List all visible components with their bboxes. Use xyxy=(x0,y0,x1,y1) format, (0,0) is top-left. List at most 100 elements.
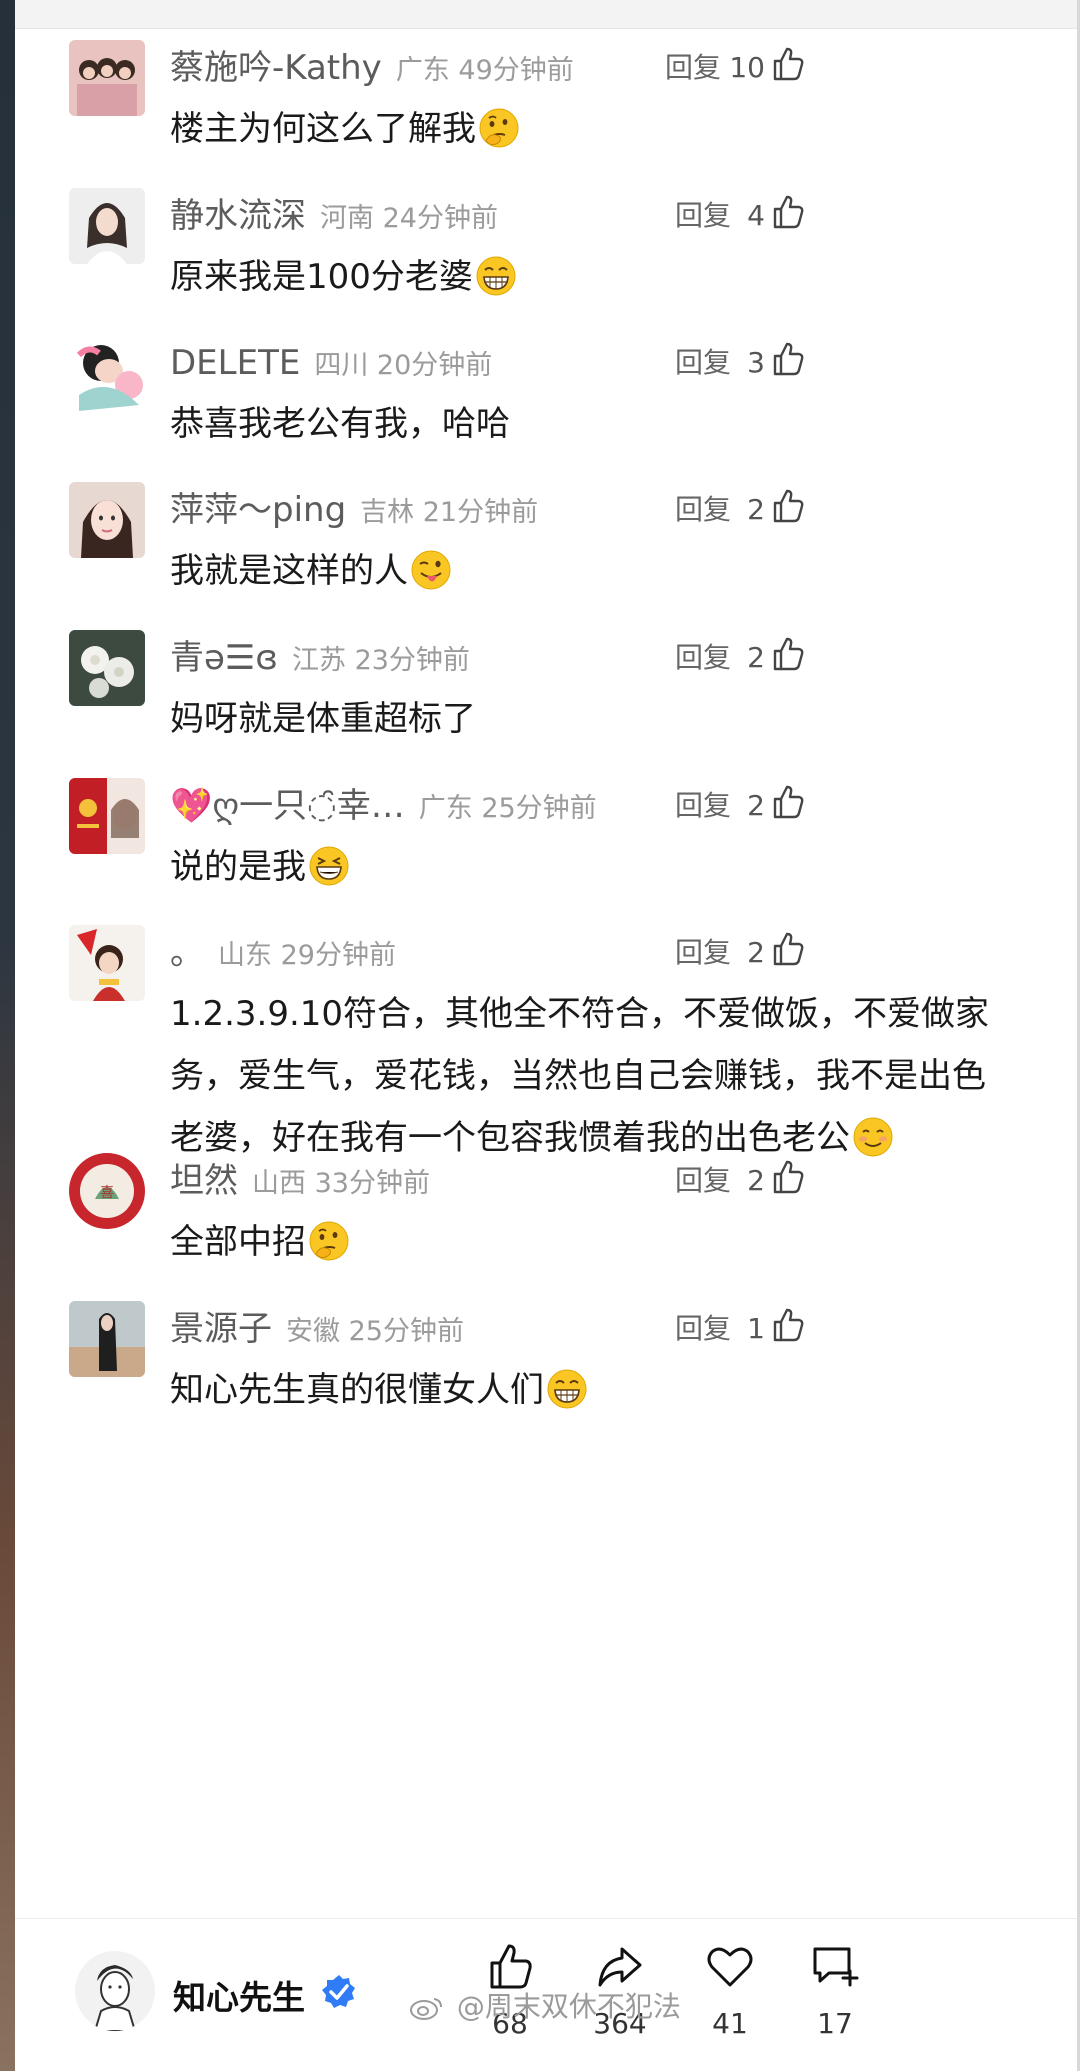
comment-text-line: 1.2.3.9.10符合，其他全不符合，不爱做饭，不爱做家 xyxy=(170,983,1050,1045)
comment-meta: 景源子 安徽 25分钟前 xyxy=(170,1307,464,1351)
commenter-avatar[interactable]: 喜 xyxy=(69,1153,145,1229)
like-icon[interactable] xyxy=(771,194,805,230)
commenter-avatar[interactable] xyxy=(69,40,145,116)
commenter-username[interactable]: 蔡施吟-Kathy xyxy=(170,48,382,88)
comment-text-segment: 恭喜我老公有我，哈哈 xyxy=(170,404,510,444)
comment-text: 1.2.3.9.10符合，其他全不符合，不爱做饭，不爱做家 务，爱生气，爱花钱，当… xyxy=(170,983,1050,1169)
comment-like-count: 2 xyxy=(747,936,765,969)
comment-item[interactable]: DELETE 四川 20分钟前 回复 3 恭喜我老公有我，哈哈 xyxy=(15,335,1077,475)
comment-meta: 青ə☰ɞ 江苏 23分钟前 xyxy=(170,636,470,680)
thinking-face-emoji xyxy=(309,1221,349,1260)
comment-meta: 。山东 29分钟前 xyxy=(170,931,396,975)
comment-text-segment: 全部中招 xyxy=(170,1222,306,1262)
comment-location-time: 吉林 21分钟前 xyxy=(360,497,539,528)
comment-item[interactable]: 景源子 安徽 25分钟前 回复 1 知心先生真的很懂女人们 xyxy=(15,1301,1077,1441)
comment-text: 我就是这样的人 xyxy=(170,540,1050,602)
svg-text:喜: 喜 xyxy=(100,1185,114,1201)
commenter-username[interactable]: 萍萍～ping xyxy=(170,490,346,530)
comment-item[interactable]: 静水流深 河南 24分钟前 回复 4 原来我是100分老婆 xyxy=(15,188,1077,328)
comment-location-time: 山西 33分钟前 xyxy=(252,1168,430,1199)
comment-action-count: 17 xyxy=(817,2007,853,2040)
comment-action-button[interactable]: 17 xyxy=(790,1941,880,2061)
comment-item[interactable]: 💖ღ一只◌̑幸… 广东 25分钟前 回复 2 说的是我 xyxy=(15,778,1077,918)
screen: 蔡施吟-Kathy 广东 49分钟前 回复 10 楼主为何这么了解我 静水流深 河南 24分… xyxy=(0,0,1080,2071)
commenter-avatar[interactable] xyxy=(69,335,145,411)
smiling-face-emoji xyxy=(853,1117,893,1156)
comment-like-count: 2 xyxy=(747,641,765,674)
favorite-action-count: 41 xyxy=(712,2007,748,2040)
commenter-username[interactable]: 坦然 xyxy=(170,1161,238,1201)
comment-item[interactable]: 青ə☰ɞ 江苏 23分钟前 回复 2 妈呀就是体重超标了 xyxy=(15,630,1077,770)
comment-item[interactable]: 喜坦然 山西 33分钟前 回复 2 全部中招 xyxy=(15,1153,1077,1293)
comment-location-time: 广东 49分钟前 xyxy=(395,55,574,86)
like-icon[interactable] xyxy=(771,488,805,524)
commenter-avatar[interactable] xyxy=(69,482,145,558)
grinning-face-emoji xyxy=(476,256,516,295)
like-icon[interactable] xyxy=(771,1307,805,1343)
comment-list[interactable]: 蔡施吟-Kathy 广东 49分钟前 回复 10 楼主为何这么了解我 静水流深 河南 24分… xyxy=(15,28,1077,1918)
commenter-username[interactable]: 💖ღ一只◌̑幸… xyxy=(170,786,405,826)
commenter-username[interactable]: DELETE xyxy=(170,343,300,383)
comment-like-count: 2 xyxy=(747,1164,765,1197)
commenter-avatar[interactable] xyxy=(69,630,145,706)
comment-like-count: 10 xyxy=(729,51,765,84)
like-icon[interactable] xyxy=(771,1159,805,1195)
comment-item[interactable]: 萍萍～ping 吉林 21分钟前 回复 2 我就是这样的人 xyxy=(15,482,1077,622)
commenter-avatar[interactable] xyxy=(69,188,145,264)
comment-text: 知心先生真的很懂女人们 xyxy=(170,1359,1050,1421)
thinking-face-emoji xyxy=(479,108,519,147)
like-icon[interactable] xyxy=(771,931,805,967)
commenter-username[interactable]: 静水流深 xyxy=(170,196,306,236)
comment-location-time: 四川 20分钟前 xyxy=(314,350,493,381)
like-icon[interactable] xyxy=(771,636,805,672)
comment-location-time: 河南 24分钟前 xyxy=(320,203,498,234)
comment-like-count: 2 xyxy=(747,493,765,526)
comment-text: 原来我是100分老婆 xyxy=(170,246,1050,308)
commenter-username[interactable]: 。 xyxy=(170,933,204,973)
weibo-logo-icon xyxy=(410,1998,442,2020)
comment-location-time: 江苏 23分钟前 xyxy=(291,645,470,676)
author-name[interactable]: 知心先生 xyxy=(173,1971,305,2019)
like-icon[interactable] xyxy=(771,784,805,820)
comment-text: 楼主为何这么了解我 xyxy=(170,98,1050,160)
comment-text-segment: 妈呀就是体重超标了 xyxy=(170,699,476,739)
comment-item[interactable]: 蔡施吟-Kathy 广东 49分钟前 回复 10 楼主为何这么了解我 xyxy=(15,40,1077,180)
commenter-avatar[interactable] xyxy=(69,925,145,1001)
comment-meta: DELETE 四川 20分钟前 xyxy=(170,341,492,385)
author-avatar[interactable] xyxy=(75,1951,155,2031)
comment-text-segment: 老婆，好在我有一个包容我惯着我的出色老公 xyxy=(170,1118,850,1158)
comment-text-segment: 1.2.3.9.10符合，其他全不符合，不爱做饭，不爱做家 xyxy=(170,994,990,1034)
commenter-avatar[interactable] xyxy=(69,778,145,854)
comment-text: 说的是我 xyxy=(170,836,1050,898)
comment-item[interactable]: 。山东 29分钟前 回复 2 1.2.3.9.10符合，其他全不符合，不爱做饭，不爱做… xyxy=(15,925,1077,1158)
commenter-username[interactable]: 青ə☰ɞ xyxy=(170,638,278,678)
comment-text-segment: 说的是我 xyxy=(170,847,306,887)
watermark: @周末双休不犯法 xyxy=(408,1985,681,2025)
verified-badge-icon xyxy=(322,1975,355,2008)
comment-location-time: 安徽 25分钟前 xyxy=(286,1316,464,1347)
commenter-avatar[interactable] xyxy=(69,1301,145,1377)
comment-meta: 蔡施吟-Kathy 广东 49分钟前 xyxy=(170,46,574,90)
comment-like-count: 2 xyxy=(747,789,765,822)
favorite-action-button[interactable]: 41 xyxy=(685,1941,775,2061)
comment-add-icon xyxy=(813,1947,859,1987)
like-icon[interactable] xyxy=(771,341,805,377)
commenter-username[interactable]: 景源子 xyxy=(170,1309,272,1349)
comment-text: 妈呀就是体重超标了 xyxy=(170,688,1050,750)
comment-text-segment: 知心先生真的很懂女人们 xyxy=(170,1370,544,1410)
comment-meta: 萍萍～ping 吉林 21分钟前 xyxy=(170,488,538,532)
heart-icon xyxy=(707,1947,753,1987)
winking-tongue-face-emoji xyxy=(411,550,451,589)
comment-text: 全部中招 xyxy=(170,1211,1050,1273)
comment-like-count: 4 xyxy=(747,199,765,232)
reply-button[interactable]: 回复 xyxy=(665,48,721,88)
top-strip xyxy=(15,0,1077,29)
comment-like-count: 3 xyxy=(747,346,765,379)
like-icon[interactable] xyxy=(771,46,805,82)
comment-text-segment: 楼主为何这么了解我 xyxy=(170,109,476,149)
comment-location-time: 山东 29分钟前 xyxy=(218,940,396,971)
comment-meta: 坦然 山西 33分钟前 xyxy=(170,1159,430,1203)
comment-meta: 💖ღ一只◌̑幸… 广东 25分钟前 xyxy=(170,784,597,828)
comment-text-segment: 我就是这样的人 xyxy=(170,551,408,591)
comment-text-segment: 务，爱生气，爱花钱，当然也自己会赚钱，我不是出色 xyxy=(170,1056,986,1096)
